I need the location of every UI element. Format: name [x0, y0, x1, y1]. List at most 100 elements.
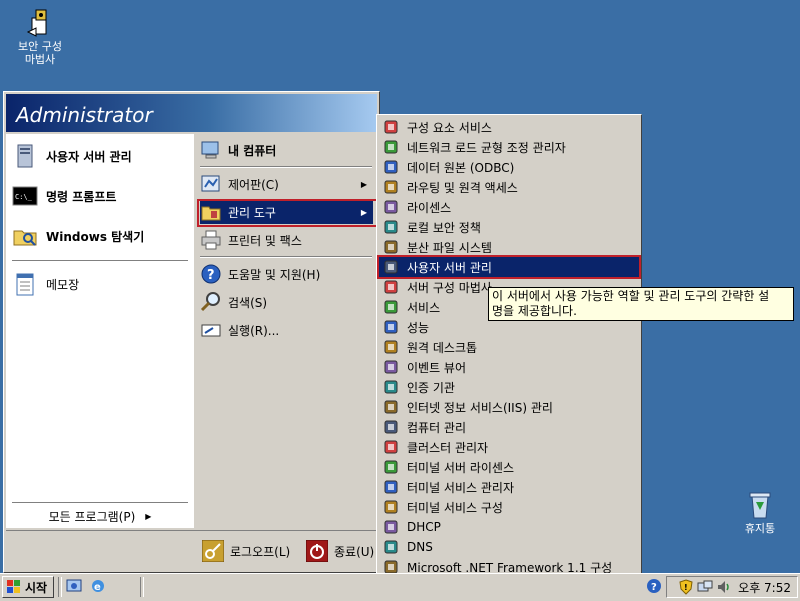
- submenu-item-label: 터미널 서비스 관리자: [407, 480, 514, 495]
- start-menu-right-pane: 내 컴퓨터 제어판(C) ▶ 관리 도구 ▶ 프린터 및 팩스 ? 도움말 및 …: [196, 134, 377, 528]
- submenu-item[interactable]: 클러스터 관리자: [379, 437, 639, 457]
- all-programs-button[interactable]: 모든 프로그램(P) ▶: [6, 506, 194, 526]
- divider: [200, 256, 372, 258]
- submenu-item[interactable]: 로컬 보안 정책: [379, 217, 639, 237]
- tooltip-line: 명을 제공합니다.: [492, 304, 577, 318]
- submenu-item[interactable]: 이벤트 뷰어: [379, 357, 639, 377]
- submenu-item[interactable]: 터미널 서비스 관리자: [379, 477, 639, 497]
- submenu-item-label: 클러스터 관리자: [407, 440, 489, 455]
- component-services-icon: [383, 119, 399, 135]
- start-button[interactable]: 시작: [2, 576, 54, 598]
- submenu-item[interactable]: 분산 파일 시스템: [379, 237, 639, 257]
- config-wizard-icon: [383, 279, 399, 295]
- security-wizard-icon: [24, 6, 56, 38]
- admin-tools-submenu: 구성 요소 서비스 네트워크 로드 균형 조정 관리자 데이터 원본 (ODBC) 라…: [376, 114, 642, 598]
- start-menu: Administrator 사용자 서버 관리 C:\_ 명령 프롬프트 Win…: [3, 91, 380, 573]
- submenu-item-label: 컴퓨터 관리: [407, 420, 467, 435]
- taskbar: 시작 e ? ! 오후 7:52: [0, 573, 800, 601]
- clock[interactable]: 오후 7:52: [738, 579, 791, 596]
- submenu-item-label: 라우팅 및 원격 액세스: [407, 180, 518, 195]
- control-panel-icon: [200, 173, 222, 195]
- logoff-label: 로그오프(L): [230, 544, 291, 559]
- services-icon: [383, 299, 399, 315]
- right-item-label: 도움말 및 지원(H): [228, 267, 321, 282]
- logoff-button[interactable]: 로그오프(L): [201, 539, 291, 563]
- system-tray: ! 오후 7:52: [666, 576, 798, 598]
- submenu-item-label: 로컬 보안 정책: [407, 220, 481, 235]
- submenu-item-label: 사용자 서버 관리: [407, 260, 492, 275]
- submenu-item[interactable]: 사용자 서버 관리: [377, 255, 641, 279]
- svg-text:!: !: [684, 583, 688, 592]
- event-viewer-icon: [383, 359, 399, 375]
- submenu-item[interactable]: 라우팅 및 원격 액세스: [379, 177, 639, 197]
- desktop-icon-label: 보안 구성: [18, 40, 62, 53]
- shutdown-label: 종료(U): [334, 544, 375, 559]
- submenu-item[interactable]: DNS: [379, 537, 639, 557]
- printer-icon: [200, 229, 222, 251]
- tooltip: 이 서버에서 사용 가능한 역할 및 관리 도구의 간략한 설 명을 제공합니다…: [488, 287, 794, 321]
- submenu-item[interactable]: DHCP: [379, 517, 639, 537]
- submenu-item-label: 서버 구성 마법사: [407, 280, 492, 295]
- license-icon: [383, 199, 399, 215]
- submenu-item[interactable]: 터미널 서버 라이센스: [379, 457, 639, 477]
- right-item-run[interactable]: 실행(R)...: [200, 318, 373, 342]
- right-item-printers[interactable]: 프린터 및 팩스: [200, 228, 373, 252]
- routing-icon: [383, 179, 399, 195]
- right-item-label: 검색(S): [228, 295, 268, 310]
- windows-logo-icon: [6, 579, 22, 595]
- computer-management-icon: [383, 419, 399, 435]
- ts-config-icon: [383, 499, 399, 515]
- submenu-item[interactable]: 터미널 서비스 구성: [379, 497, 639, 517]
- pinned-item-label: 사용자 서버 관리: [46, 149, 132, 164]
- right-item-my-computer[interactable]: 내 컴퓨터: [200, 138, 373, 162]
- submenu-item-label: 서비스: [407, 300, 441, 315]
- help-tray-button[interactable]: ?: [646, 578, 664, 596]
- recent-item-notepad[interactable]: 메모장: [12, 266, 190, 302]
- pinned-item-explorer[interactable]: Windows 탐색기: [12, 218, 190, 254]
- svg-text:C:\_: C:\_: [15, 193, 33, 201]
- remote-desktop-icon: [383, 339, 399, 355]
- dhcp-icon: [383, 519, 399, 535]
- ts-manager-icon: [383, 479, 399, 495]
- submenu-item[interactable]: 구성 요소 서비스: [379, 117, 639, 137]
- right-item-label: 프린터 및 팩스: [228, 233, 302, 248]
- volume-icon[interactable]: [716, 579, 732, 595]
- key-icon: [201, 539, 225, 563]
- submenu-item[interactable]: 원격 데스크톱: [379, 337, 639, 357]
- desktop-icon-security-wizard[interactable]: 보안 구성 마법사: [2, 6, 78, 66]
- desktop-icon-recycle-bin[interactable]: 휴지통: [722, 488, 798, 535]
- chevron-right-icon: ▶: [360, 207, 367, 217]
- start-label: 시작: [25, 580, 48, 595]
- right-item-control-panel[interactable]: 제어판(C) ▶: [200, 172, 373, 196]
- right-item-label: 제어판(C): [228, 177, 279, 192]
- pinned-item-label: Windows 탐색기: [46, 229, 145, 244]
- submenu-item[interactable]: 컴퓨터 관리: [379, 417, 639, 437]
- chevron-right-icon: ▶: [145, 511, 152, 521]
- pinned-item-server-manage[interactable]: 사용자 서버 관리: [12, 138, 190, 174]
- help-icon: ?: [646, 578, 662, 594]
- desktop-icon-label: 휴지통: [744, 522, 776, 535]
- nlb-icon: [383, 139, 399, 155]
- right-item-help[interactable]: ? 도움말 및 지원(H): [200, 262, 373, 286]
- pinned-item-label: 명령 프롬프트: [46, 189, 117, 204]
- submenu-item[interactable]: 네트워크 로드 균형 조정 관리자: [379, 137, 639, 157]
- power-icon: [305, 539, 329, 563]
- server-manage-icon: [383, 259, 399, 275]
- recent-item-label: 메모장: [46, 277, 80, 292]
- quicklaunch-internet-explorer[interactable]: e: [90, 578, 108, 596]
- right-item-admin-tools[interactable]: 관리 도구 ▶: [200, 200, 373, 224]
- desktop-icon-label: 마법사: [24, 53, 56, 66]
- submenu-item-label: 터미널 서버 라이센스: [407, 460, 514, 475]
- network-icon[interactable]: [697, 579, 713, 595]
- security-shield-icon[interactable]: !: [678, 579, 694, 595]
- shutdown-button[interactable]: 종료(U): [305, 539, 375, 563]
- quicklaunch-show-desktop[interactable]: [66, 578, 84, 596]
- submenu-item[interactable]: 인증 기관: [379, 377, 639, 397]
- submenu-item[interactable]: 인터넷 정보 서비스(IIS) 관리: [379, 397, 639, 417]
- submenu-item[interactable]: 데이터 원본 (ODBC): [379, 157, 639, 177]
- submenu-item[interactable]: 라이센스: [379, 197, 639, 217]
- pinned-item-command-prompt[interactable]: C:\_ 명령 프롬프트: [12, 178, 190, 214]
- right-item-search[interactable]: 검색(S): [200, 290, 373, 314]
- submenu-item-label: 성능: [407, 320, 430, 335]
- cert-authority-icon: [383, 379, 399, 395]
